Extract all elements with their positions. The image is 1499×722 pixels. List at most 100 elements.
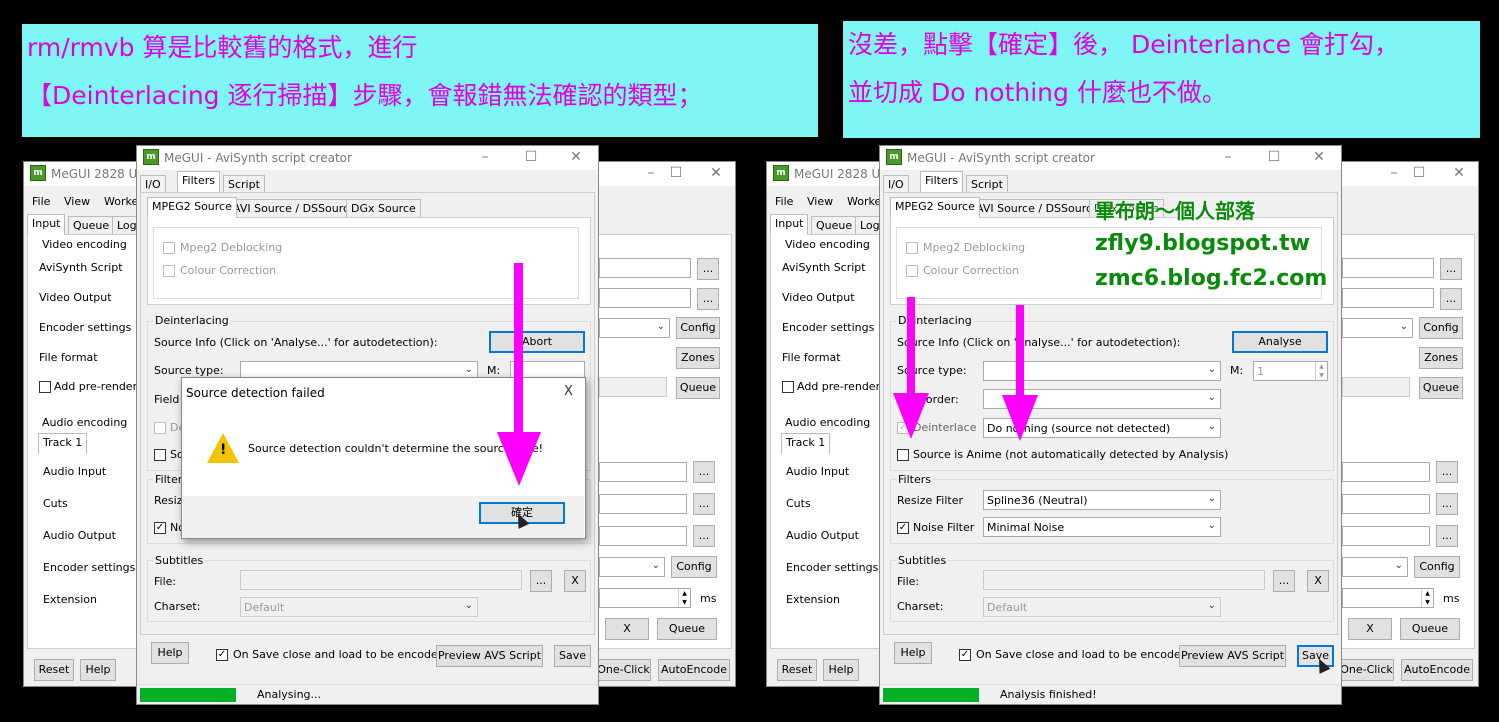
zones-button[interactable]: Zones: [676, 347, 720, 369]
resize-filter-combo[interactable]: Spline36 (Neutral) ⌄: [983, 490, 1221, 510]
audio-encoder-combo[interactable]: ⌄: [1342, 557, 1408, 577]
tab-input[interactable]: Input: [770, 214, 809, 235]
maximize-icon[interactable]: ☐: [519, 148, 543, 166]
file-format-field[interactable]: [599, 377, 667, 397]
on-save-checkbox[interactable]: ✓: [216, 649, 228, 661]
close-icon[interactable]: ✕: [1307, 148, 1331, 166]
cuts-browse-button[interactable]: ...: [693, 493, 715, 515]
subtab-mpeg2[interactable]: MPEG2 Source: [147, 197, 237, 218]
cuts-field[interactable]: [1342, 494, 1430, 514]
cuts-browse-button[interactable]: ...: [1436, 493, 1458, 515]
encoder-config-button[interactable]: Config: [1419, 317, 1463, 339]
avisynth-browse-button[interactable]: ...: [697, 258, 719, 280]
creator-help-button[interactable]: Help: [151, 642, 189, 664]
colour-correction-checkbox[interactable]: [163, 265, 175, 277]
creator-help-button[interactable]: Help: [894, 642, 932, 664]
tab-script[interactable]: Script: [966, 175, 1008, 193]
encoder-combo[interactable]: ⌄: [599, 318, 670, 338]
audio-remove-button[interactable]: X: [1348, 618, 1392, 640]
audio-input-browse-button[interactable]: ...: [1436, 461, 1458, 483]
anime-checkbox[interactable]: [154, 449, 166, 461]
audio-input-field[interactable]: [1342, 462, 1430, 482]
noise-filter-combo[interactable]: Minimal Noise ⌄: [983, 517, 1221, 537]
avisynth-script-field[interactable]: [1342, 258, 1434, 278]
tab-io[interactable]: I/O: [140, 175, 166, 193]
close-icon[interactable]: X: [564, 384, 573, 399]
subtab-dgx[interactable]: DGx Source: [346, 199, 421, 217]
video-output-field[interactable]: [1342, 288, 1434, 308]
video-output-browse-button[interactable]: ...: [697, 288, 719, 310]
menu-file[interactable]: File: [775, 195, 793, 208]
zones-button[interactable]: Zones: [1419, 347, 1463, 369]
cuts-field[interactable]: [599, 494, 687, 514]
mpeg2-deblocking-checkbox[interactable]: [906, 242, 918, 254]
audio-queue-button[interactable]: Queue: [657, 618, 717, 640]
subtitle-file-field[interactable]: [240, 570, 522, 590]
deinterlace-checkbox[interactable]: [154, 422, 166, 434]
tab-script[interactable]: Script: [223, 175, 265, 193]
delay-spinner[interactable]: ▲ ▼: [599, 588, 691, 608]
video-output-field[interactable]: [599, 288, 691, 308]
anime-checkbox[interactable]: [897, 449, 909, 461]
subtitle-browse-button[interactable]: ...: [530, 570, 552, 592]
tab-io[interactable]: I/O: [883, 175, 909, 193]
menu-file[interactable]: File: [32, 195, 50, 208]
main-help-button[interactable]: Help: [823, 659, 859, 681]
avisynth-browse-button[interactable]: ...: [1440, 258, 1462, 280]
audio-output-field[interactable]: [599, 526, 687, 546]
menu-workers[interactable]: Worke: [104, 195, 138, 208]
subtitle-clear-button[interactable]: X: [564, 570, 586, 592]
delay-spinner[interactable]: ▲ ▼: [1342, 588, 1434, 608]
subtab-mpeg2[interactable]: MPEG2 Source: [890, 197, 980, 218]
audio-output-browse-button[interactable]: ...: [1436, 525, 1458, 547]
main-help-button[interactable]: Help: [80, 659, 116, 681]
reset-button[interactable]: Reset: [777, 659, 817, 681]
minimize-icon[interactable]: –: [639, 164, 663, 182]
minimize-icon[interactable]: –: [1216, 148, 1240, 166]
audio-input-browse-button[interactable]: ...: [693, 461, 715, 483]
audio-config-button[interactable]: Config: [671, 556, 717, 578]
m-spinner[interactable]: 1 ▲ ▼: [1253, 361, 1328, 381]
minimize-icon[interactable]: –: [1382, 164, 1406, 182]
encoder-combo[interactable]: ⌄: [1342, 318, 1413, 338]
subtitle-browse-button[interactable]: ...: [1273, 570, 1295, 592]
preview-avs-button[interactable]: Preview AVS Script: [1179, 645, 1286, 667]
analyse-button[interactable]: Analyse: [1232, 331, 1328, 353]
audio-output-browse-button[interactable]: ...: [693, 525, 715, 547]
audio-remove-button[interactable]: X: [605, 618, 649, 640]
menu-workers[interactable]: Worke: [847, 195, 881, 208]
audio-output-field[interactable]: [1342, 526, 1430, 546]
reset-button[interactable]: Reset: [34, 659, 74, 681]
charset-combo[interactable]: Default ⌄: [983, 597, 1221, 617]
colour-correction-checkbox[interactable]: [906, 265, 918, 277]
charset-combo[interactable]: Default ⌄: [240, 597, 478, 617]
autoencode-button[interactable]: AutoEncode: [1401, 659, 1473, 681]
menu-view[interactable]: View: [64, 195, 90, 208]
video-output-browse-button[interactable]: ...: [1440, 288, 1462, 310]
audio-encoder-combo[interactable]: ⌄: [599, 557, 665, 577]
subtitle-file-field[interactable]: [983, 570, 1265, 590]
on-save-checkbox[interactable]: ✓: [959, 649, 971, 661]
autoencode-button[interactable]: AutoEncode: [658, 659, 730, 681]
tab-input[interactable]: Input: [27, 214, 66, 235]
subtab-avi[interactable]: AVI Source / DSSource: [971, 199, 1104, 217]
tab-queue[interactable]: Queue: [811, 216, 858, 234]
maximize-icon[interactable]: ☐: [1262, 148, 1286, 166]
mpeg2-deblocking-checkbox[interactable]: [163, 242, 175, 254]
subtitle-clear-button[interactable]: X: [1307, 570, 1329, 592]
maximize-icon[interactable]: ☐: [664, 164, 688, 182]
oneclick-button[interactable]: One-Click: [596, 659, 651, 681]
video-queue-button[interactable]: Queue: [1419, 377, 1463, 399]
audio-input-field[interactable]: [599, 462, 687, 482]
minimize-icon[interactable]: –: [473, 148, 497, 166]
subtab-avi[interactable]: AVI Source / DSSource: [228, 199, 361, 217]
menu-view[interactable]: View: [807, 195, 833, 208]
tab-queue[interactable]: Queue: [68, 216, 115, 234]
close-icon[interactable]: ✕: [564, 148, 588, 166]
tab-filters[interactable]: Filters: [920, 171, 963, 192]
close-icon[interactable]: ✕: [704, 164, 728, 182]
audio-config-button[interactable]: Config: [1414, 556, 1460, 578]
close-icon[interactable]: ✕: [1447, 164, 1471, 182]
audio-queue-button[interactable]: Queue: [1400, 618, 1460, 640]
noise-filter-checkbox[interactable]: ✓: [897, 522, 909, 534]
